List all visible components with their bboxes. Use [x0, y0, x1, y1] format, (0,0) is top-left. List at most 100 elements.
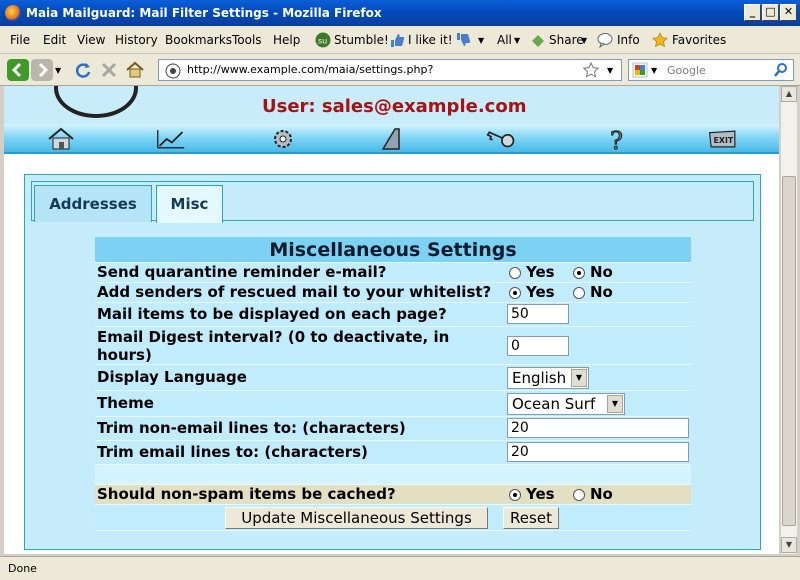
- cache-label: Should non-spam items be cached?: [97, 485, 396, 503]
- vertical-scrollbar[interactable]: ▲ ▼: [780, 86, 797, 554]
- all-button[interactable]: All: [497, 33, 512, 47]
- trim-email-input[interactable]: 20: [507, 442, 689, 462]
- tab-misc[interactable]: Misc: [156, 185, 223, 223]
- menu-edit[interactable]: Edit: [43, 33, 66, 47]
- menu-file[interactable]: File: [10, 33, 30, 47]
- scroll-down-icon[interactable]: ▼: [781, 537, 797, 553]
- cache-no-label: No: [590, 485, 613, 503]
- reminder-no-radio[interactable]: [573, 267, 585, 279]
- share-button[interactable]: Share: [549, 33, 584, 47]
- language-row: Display Language English ▼: [95, 365, 691, 391]
- search-icon[interactable]: [773, 62, 789, 78]
- tab-addresses[interactable]: Addresses: [34, 185, 152, 222]
- thumbs-down-icon[interactable]: [455, 32, 471, 48]
- items-per-page-input[interactable]: 50: [507, 304, 569, 324]
- whitelist-label: Add senders of rescued mail to your whit…: [97, 283, 492, 301]
- svg-text:su: su: [318, 37, 327, 46]
- status-text: Done: [8, 562, 37, 575]
- reset-button[interactable]: Reset: [503, 507, 559, 529]
- google-icon[interactable]: [632, 62, 648, 78]
- cache-yes-label: Yes: [526, 485, 555, 503]
- maximize-button[interactable]: □: [762, 4, 779, 21]
- page-viewport: User: sales@example.com ? EXIT Addresses…: [4, 86, 779, 554]
- menu-history[interactable]: History: [115, 33, 158, 47]
- url-dropdown-icon[interactable]: ▼: [607, 66, 613, 75]
- chevron-down-icon[interactable]: ▼: [571, 369, 587, 387]
- theme-row: Theme Ocean Surf ▼: [95, 391, 691, 417]
- reminder-row: Send quarantine reminder e-mail? Yes No: [95, 263, 691, 283]
- language-select[interactable]: English ▼: [507, 367, 589, 389]
- back-icon[interactable]: [7, 59, 29, 81]
- chevron-down-icon[interactable]: ▼: [581, 36, 587, 45]
- help-question-nav-icon[interactable]: ?: [602, 127, 632, 151]
- menu-help[interactable]: Help: [273, 33, 300, 47]
- reload-icon[interactable]: [72, 59, 94, 81]
- reminder-yes-radio[interactable]: [509, 267, 521, 279]
- theme-select[interactable]: Ocean Surf ▼: [507, 393, 625, 415]
- chevron-down-icon[interactable]: ▼: [478, 36, 484, 45]
- chevron-down-icon[interactable]: ▼: [607, 395, 623, 413]
- language-select-value: English: [512, 369, 567, 387]
- key-nav-icon[interactable]: [486, 127, 516, 151]
- trim-non-email-input[interactable]: 20: [507, 418, 689, 438]
- star-icon: [652, 32, 668, 48]
- svg-text:EXIT: EXIT: [714, 136, 734, 145]
- cache-no-radio[interactable]: [573, 489, 585, 501]
- thumbs-up-icon: [391, 34, 405, 47]
- i-like-it-button[interactable]: I like it!: [408, 33, 453, 47]
- items-per-page-row: Mail items to be displayed on each page?…: [95, 303, 691, 327]
- menu-bookmarks[interactable]: Bookmarks: [165, 33, 232, 47]
- settings-container: Addresses Misc Miscellaneous Settings Se…: [24, 174, 761, 550]
- scroll-thumb[interactable]: [782, 176, 796, 526]
- reminder-yes-label: Yes: [526, 263, 555, 281]
- trim-email-row: Trim email lines to: (characters) 20: [95, 441, 691, 465]
- forward-icon[interactable]: [31, 59, 53, 81]
- trim-non-email-label: Trim non-email lines to: (characters): [97, 419, 406, 437]
- logo-stamp-icon: [54, 86, 138, 118]
- search-placeholder: Google: [667, 64, 706, 77]
- trim-email-label: Trim email lines to: (characters): [97, 443, 368, 461]
- whitelist-no-radio[interactable]: [573, 287, 585, 299]
- stats-chart-nav-icon[interactable]: [156, 127, 186, 151]
- bookmark-star-icon[interactable]: [583, 62, 599, 78]
- filter-wedge-nav-icon[interactable]: [377, 127, 407, 151]
- window-titlebar: Maia Mailguard: Mail Filter Settings - M…: [0, 0, 800, 26]
- favorites-button[interactable]: Favorites: [672, 33, 726, 47]
- menu-view[interactable]: View: [77, 33, 105, 47]
- settings-gear-nav-icon[interactable]: [268, 127, 298, 151]
- svg-text:?: ?: [610, 127, 623, 151]
- reminder-label: Send quarantine reminder e-mail?: [97, 263, 387, 281]
- info-button[interactable]: Info: [617, 33, 640, 47]
- digest-interval-input[interactable]: 0: [507, 336, 569, 356]
- chevron-down-icon[interactable]: ▼: [514, 36, 520, 45]
- whitelist-row: Add senders of rescued mail to your whit…: [95, 283, 691, 303]
- whitelist-yes-radio[interactable]: [509, 287, 521, 299]
- home-nav-icon[interactable]: [46, 127, 76, 151]
- header-band: User: sales@example.com: [4, 86, 779, 124]
- digest-label-line1: Email Digest interval? (0 to deactivate,…: [97, 328, 450, 346]
- minimize-button[interactable]: _: [744, 4, 761, 21]
- digest-label-line2: hours): [97, 346, 152, 364]
- settings-heading-row: Miscellaneous Settings: [95, 237, 691, 263]
- trim-non-email-row: Trim non-email lines to: (characters) 20: [95, 417, 691, 441]
- update-misc-settings-button[interactable]: Update Miscellaneous Settings: [225, 507, 488, 529]
- stumbleupon-icon: su: [315, 32, 331, 48]
- history-dropdown-icon[interactable]: ▼: [55, 66, 61, 75]
- scroll-up-icon[interactable]: ▲: [781, 86, 797, 102]
- language-label: Display Language: [97, 368, 247, 386]
- exit-nav-icon[interactable]: EXIT: [708, 127, 738, 151]
- url-bar[interactable]: http://www.example.com/maia/settings.php…: [158, 59, 622, 81]
- search-bar[interactable]: ▼ Google: [628, 59, 794, 81]
- search-engine-dropdown-icon[interactable]: ▼: [651, 66, 657, 75]
- whitelist-yes-label: Yes: [526, 283, 555, 301]
- stop-icon[interactable]: [98, 59, 120, 81]
- menu-bar: File Edit View History Bookmarks Tools H…: [0, 26, 800, 54]
- menu-tools[interactable]: Tools: [232, 33, 262, 47]
- cache-yes-radio[interactable]: [509, 489, 521, 501]
- theme-select-value: Ocean Surf: [512, 395, 596, 413]
- home-icon[interactable]: [124, 59, 146, 81]
- spacer-row: [95, 465, 691, 485]
- stumble-button[interactable]: Stumble!: [334, 33, 389, 47]
- close-button[interactable]: ✕: [780, 4, 797, 21]
- settings-heading: Miscellaneous Settings: [269, 239, 517, 261]
